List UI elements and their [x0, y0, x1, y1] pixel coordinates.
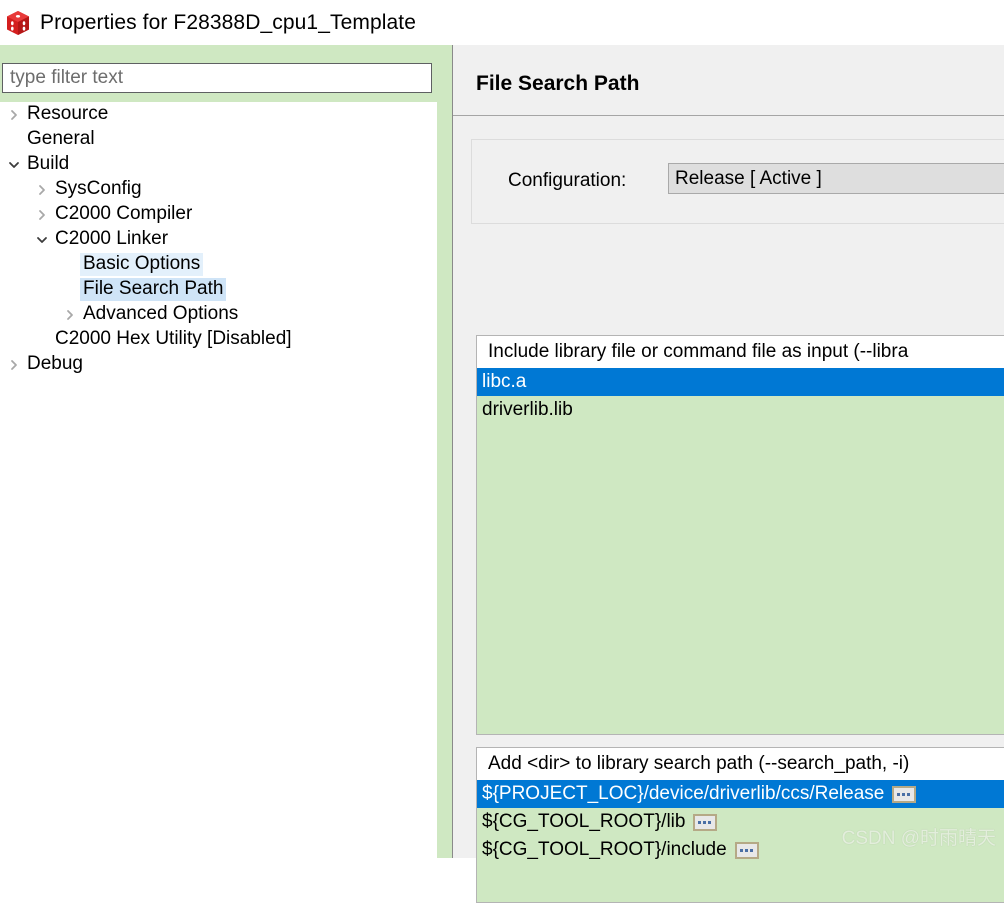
tree-item-label: Basic Options [80, 253, 204, 276]
list-item-text: driverlib.lib [482, 399, 573, 420]
page-title: File Search Path [476, 72, 640, 95]
tree-item-label: Resource [27, 103, 109, 124]
tree-item-c2000-hex-utility-disabled[interactable]: C2000 Hex Utility [Disabled] [0, 327, 437, 352]
window-title: Properties for F28388D_cpu1_Template [40, 10, 416, 34]
tree-item-debug[interactable]: Debug [0, 352, 437, 377]
include-library-listbox[interactable]: Include library file or command file as … [476, 335, 1004, 735]
chevron-right-icon[interactable] [4, 109, 24, 121]
tree-item-build[interactable]: Build [0, 152, 437, 177]
tree-item-resource[interactable]: Resource [0, 102, 437, 127]
settings-detail-pane: File Search Path Configuration: Release … [453, 45, 1004, 903]
tree-item-c2000-linker[interactable]: C2000 Linker [0, 227, 437, 252]
configuration-dropdown[interactable]: Release [ Active ] [668, 163, 1004, 194]
filter-input[interactable] [2, 63, 432, 93]
tree-item-label: C2000 Linker [55, 228, 169, 249]
configuration-value: Release [ Active ] [675, 167, 822, 189]
tree-item-advanced-options[interactable]: Advanced Options [0, 302, 437, 327]
configuration-group: Configuration: Release [ Active ] [471, 139, 1004, 224]
library-search-path-items[interactable]: ${PROJECT_LOC}/device/driverlib/ccs/Rele… [477, 780, 1004, 864]
browse-ellipsis-button[interactable] [734, 841, 759, 859]
browse-ellipsis-button[interactable] [892, 785, 917, 803]
list-item-text: ${PROJECT_LOC}/device/driverlib/ccs/Rele… [482, 783, 885, 804]
tree-item-c2000-compiler[interactable]: C2000 Compiler [0, 202, 437, 227]
window-titlebar: Properties for F28388D_cpu1_Template [0, 0, 1004, 45]
list-item[interactable]: driverlib.lib [477, 396, 1004, 424]
tree-item-label: File Search Path [80, 278, 227, 301]
tree-item-label: C2000 Compiler [55, 203, 193, 224]
tree-item-general[interactable]: General [0, 127, 437, 152]
list-item[interactable]: libc.a [477, 368, 1004, 396]
chevron-right-icon[interactable] [32, 209, 52, 221]
chevron-right-icon[interactable] [32, 184, 52, 196]
configuration-label: Configuration: [508, 170, 627, 191]
tree-item-file-search-path[interactable]: File Search Path [0, 277, 437, 302]
include-library-header: Include library file or command file as … [477, 336, 1004, 368]
tree-item-basic-options[interactable]: Basic Options [0, 252, 437, 277]
chevron-right-icon[interactable] [60, 309, 80, 321]
cube-icon [7, 10, 29, 35]
library-search-path-listbox[interactable]: Add <dir> to library search path (--sear… [476, 747, 1004, 903]
include-library-items[interactable]: libc.a driverlib.lib [477, 368, 1004, 424]
tree-item-label: Debug [27, 353, 83, 374]
tree-item-label: Advanced Options [83, 303, 239, 324]
list-item[interactable]: ${CG_TOOL_ROOT}/lib [477, 808, 1004, 836]
chevron-down-icon[interactable] [32, 234, 52, 246]
chevron-right-icon[interactable] [4, 359, 24, 371]
tree-item-label: General [27, 128, 95, 149]
list-item[interactable]: ${CG_TOOL_ROOT}/include [477, 836, 1004, 864]
tree-item-label: SysConfig [55, 178, 142, 199]
tree-item-label: C2000 Hex Utility [Disabled] [55, 328, 292, 349]
library-search-path-header: Add <dir> to library search path (--sear… [477, 748, 1004, 780]
tree-item-label: Build [27, 153, 70, 174]
chevron-down-icon[interactable] [4, 159, 24, 171]
list-item[interactable]: ${PROJECT_LOC}/device/driverlib/ccs/Rele… [477, 780, 1004, 808]
list-item-text: libc.a [482, 371, 527, 392]
tree-item-sysconfig[interactable]: SysConfig [0, 177, 437, 202]
browse-ellipsis-button[interactable] [693, 813, 718, 831]
title-divider [453, 115, 1004, 116]
settings-tree[interactable]: Resource General Build SysConfig C2000 Compi… [0, 102, 437, 858]
settings-navigation-pane: Resource General Build SysConfig C2000 Compi… [0, 45, 452, 858]
list-item-text: ${CG_TOOL_ROOT}/lib [482, 811, 686, 832]
